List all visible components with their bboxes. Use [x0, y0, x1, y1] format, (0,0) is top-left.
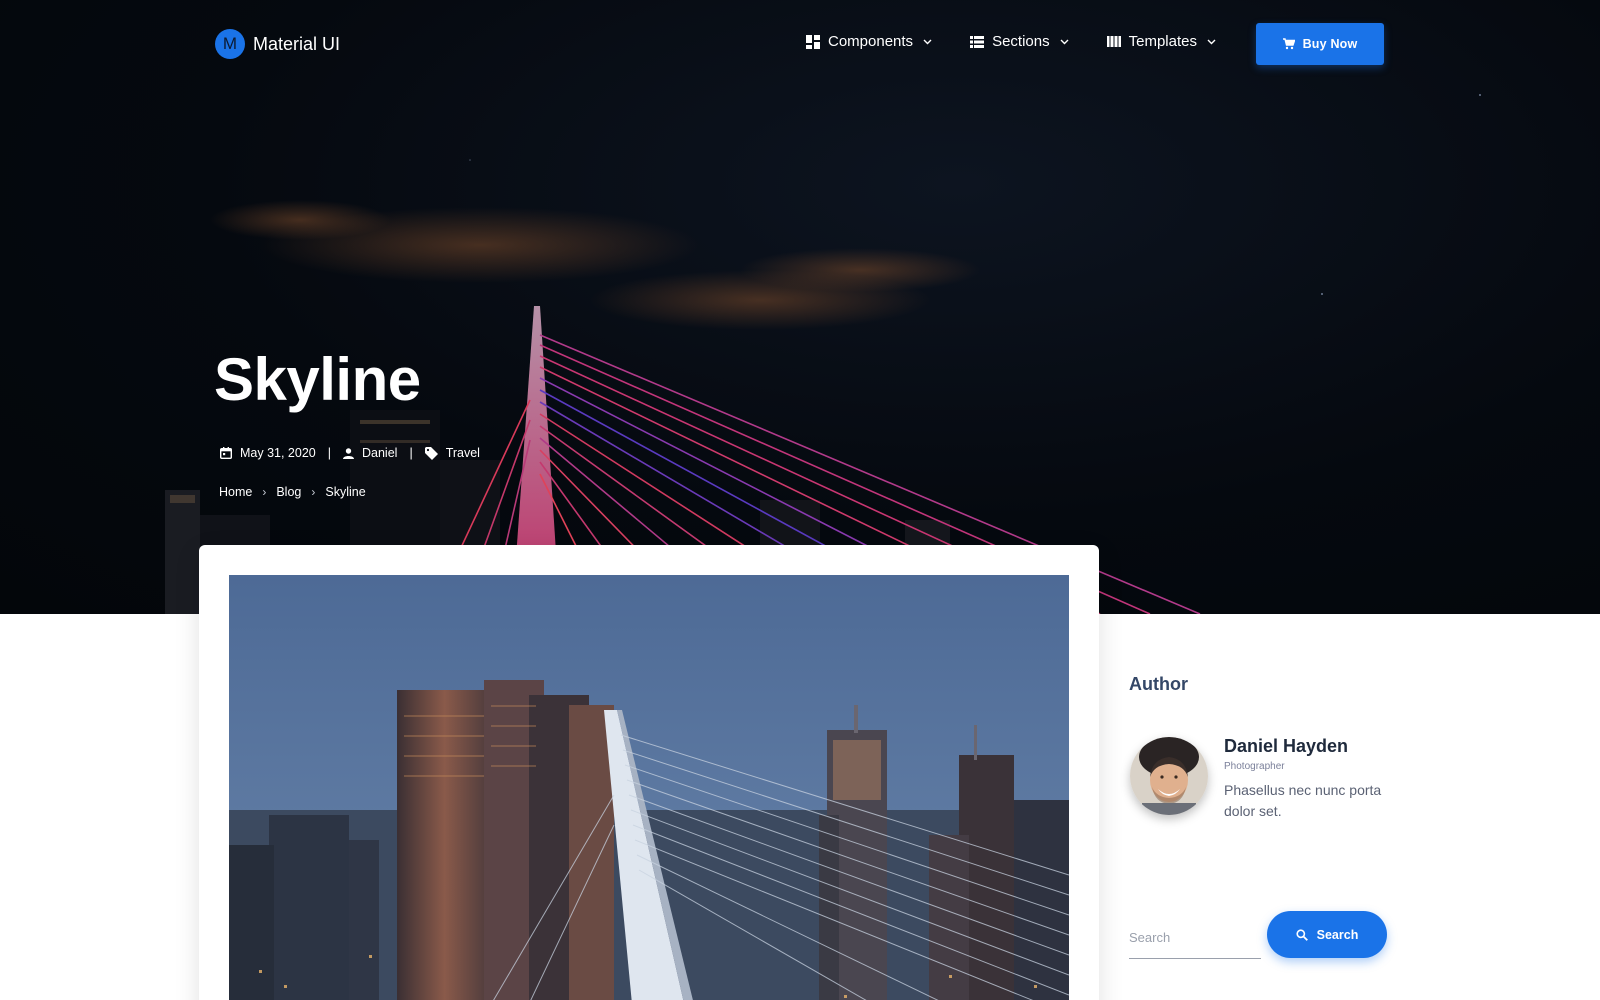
post-date: May 31, 2020 [220, 446, 316, 460]
hero-background-image [165, 94, 1481, 614]
author-avatar [1130, 737, 1208, 815]
chevron-right-icon: › [311, 485, 316, 499]
skyline-photo [229, 575, 1069, 1000]
chevron-down-icon [1060, 39, 1069, 44]
nav-item-templates[interactable]: Templates [1106, 33, 1216, 50]
chevron-down-icon [923, 39, 932, 44]
buy-now-button[interactable]: Buy Now [1256, 23, 1384, 65]
chevron-right-icon: › [262, 485, 267, 499]
navbar: M Material UI Components Sections Templa… [0, 0, 1600, 88]
page-title: Skyline [214, 346, 421, 413]
meta-separator: | [409, 446, 413, 460]
meta-separator: | [327, 446, 331, 460]
search-input[interactable] [1129, 917, 1261, 959]
main-nav: Components Sections Templates [806, 33, 1216, 50]
breadcrumb-item-blog[interactable]: Blog [276, 485, 301, 499]
buy-now-label: Buy Now [1302, 37, 1358, 51]
nav-item-label: Sections [992, 33, 1050, 50]
view-list-icon [970, 35, 985, 48]
breadcrumb-item-current: Skyline [325, 485, 366, 499]
nav-item-sections[interactable]: Sections [970, 33, 1069, 50]
chevron-down-icon [1207, 39, 1216, 44]
post-image [229, 575, 1069, 1000]
breadcrumb-item-home[interactable]: Home [219, 485, 252, 499]
nav-item-label: Templates [1128, 33, 1197, 50]
brand-logo-icon: M [215, 29, 245, 59]
post-card [199, 545, 1099, 1000]
breadcrumb: Home › Blog › Skyline [219, 485, 366, 499]
shopping-cart-icon [1282, 38, 1295, 50]
post-author-text: Daniel [362, 446, 398, 460]
author-photo [1130, 737, 1208, 815]
dashboard-icon [806, 34, 820, 49]
author-name[interactable]: Daniel Hayden [1224, 736, 1348, 757]
brand-link[interactable]: M Material UI [215, 29, 340, 59]
hero-section: M Material UI Components Sections Templa… [0, 0, 1600, 614]
search-icon [1296, 928, 1308, 941]
search-button[interactable]: Search [1267, 911, 1387, 958]
person-icon [343, 447, 354, 459]
calendar-icon [220, 447, 232, 459]
post-category-text: Travel [445, 446, 480, 460]
author-role: Photographer [1224, 761, 1285, 772]
tag-icon [424, 446, 438, 460]
post-author[interactable]: Daniel [343, 446, 397, 460]
view-column-icon [1106, 36, 1121, 47]
nav-item-label: Components [828, 33, 914, 50]
author-heading: Author [1129, 674, 1188, 694]
author-bio: Phasellus nec nunc porta dolor set. [1224, 782, 1382, 819]
nav-item-components[interactable]: Components [806, 33, 932, 50]
brand-name: Material UI [253, 33, 341, 54]
post-category[interactable]: Travel [424, 446, 480, 460]
post-date-text: May 31, 2020 [240, 446, 316, 460]
search-button-label: Search [1316, 927, 1359, 942]
post-meta: May 31, 2020 | Daniel | Travel [220, 446, 480, 460]
